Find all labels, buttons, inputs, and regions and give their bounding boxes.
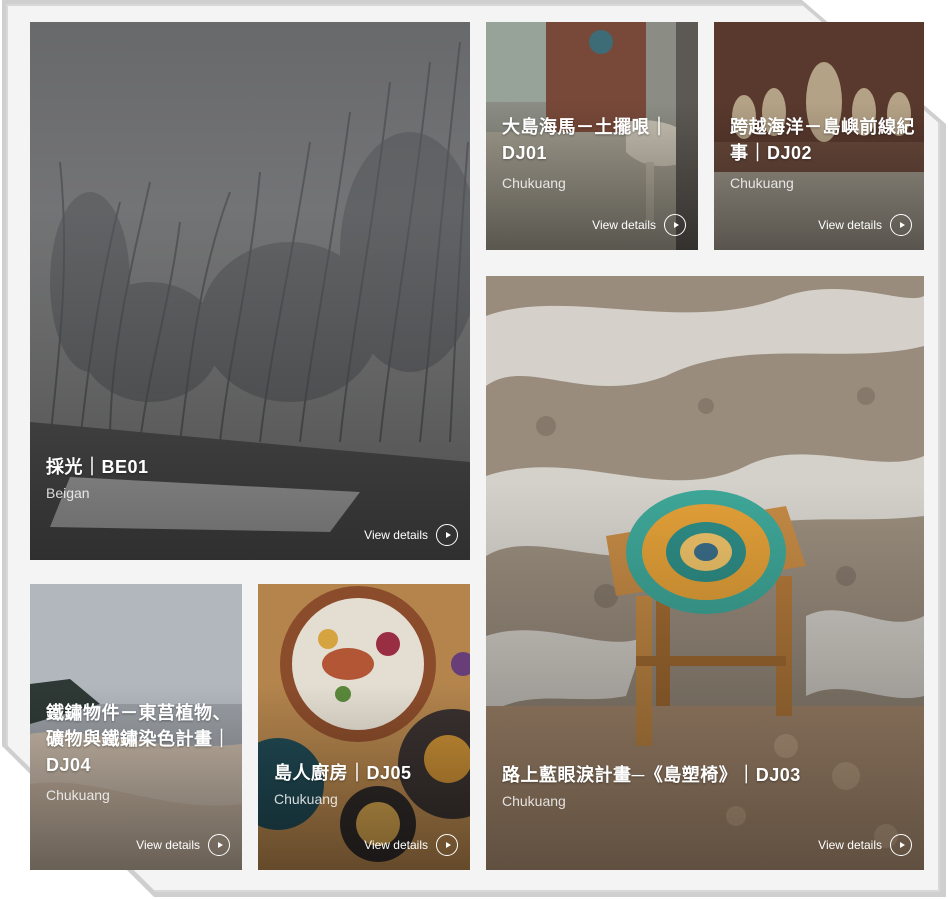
card-title: 鐵鏽物件－東莒植物、礦物與鐵鏽染色計畫｜DJ04 — [46, 703, 231, 775]
view-details-link[interactable]: View details — [592, 214, 686, 236]
card-location: Chukuang — [502, 793, 566, 809]
card-location: Chukuang — [46, 787, 110, 803]
card-title: 路上藍眼淚計畫─《島塑椅》｜DJ03 — [502, 765, 801, 785]
view-details-link[interactable]: View details — [818, 214, 912, 236]
card-location: Chukuang — [274, 791, 338, 807]
view-details-link[interactable]: View details — [818, 834, 912, 856]
view-details-link[interactable]: View details — [364, 524, 458, 546]
card-dj02[interactable]: 跨越海洋－島嶼前線紀事｜DJ02 Chukuang View details — [714, 22, 924, 250]
play-circle-icon — [890, 834, 912, 856]
view-details-link[interactable]: View details — [364, 834, 458, 856]
card-dj01[interactable]: 大島海馬－土擺哏｜DJ01 Chukuang View details — [486, 22, 698, 250]
card-title: 島人廚房｜DJ05 — [274, 763, 412, 783]
play-circle-icon — [436, 524, 458, 546]
card-dj03[interactable]: 路上藍眼淚計畫─《島塑椅》｜DJ03 Chukuang View details — [486, 276, 924, 870]
card-location: Chukuang — [502, 175, 566, 191]
card-location: Beigan — [46, 485, 90, 501]
card-location: Chukuang — [730, 175, 794, 191]
card-dj05[interactable]: 島人廚房｜DJ05 Chukuang View details — [258, 584, 470, 870]
view-details-link[interactable]: View details — [136, 834, 230, 856]
card-be01[interactable]: 採光｜BE01 Beigan View details — [30, 22, 470, 560]
card-title: 採光｜BE01 — [46, 457, 149, 477]
play-circle-icon — [890, 214, 912, 236]
play-circle-icon — [208, 834, 230, 856]
card-dj04[interactable]: 鐵鏽物件－東莒植物、礦物與鐵鏽染色計畫｜DJ04 Chukuang View d… — [30, 584, 242, 870]
card-title: 跨越海洋－島嶼前線紀事｜DJ02 — [730, 117, 915, 163]
card-title: 大島海馬－土擺哏｜DJ01 — [502, 117, 669, 163]
play-circle-icon — [664, 214, 686, 236]
play-circle-icon — [436, 834, 458, 856]
